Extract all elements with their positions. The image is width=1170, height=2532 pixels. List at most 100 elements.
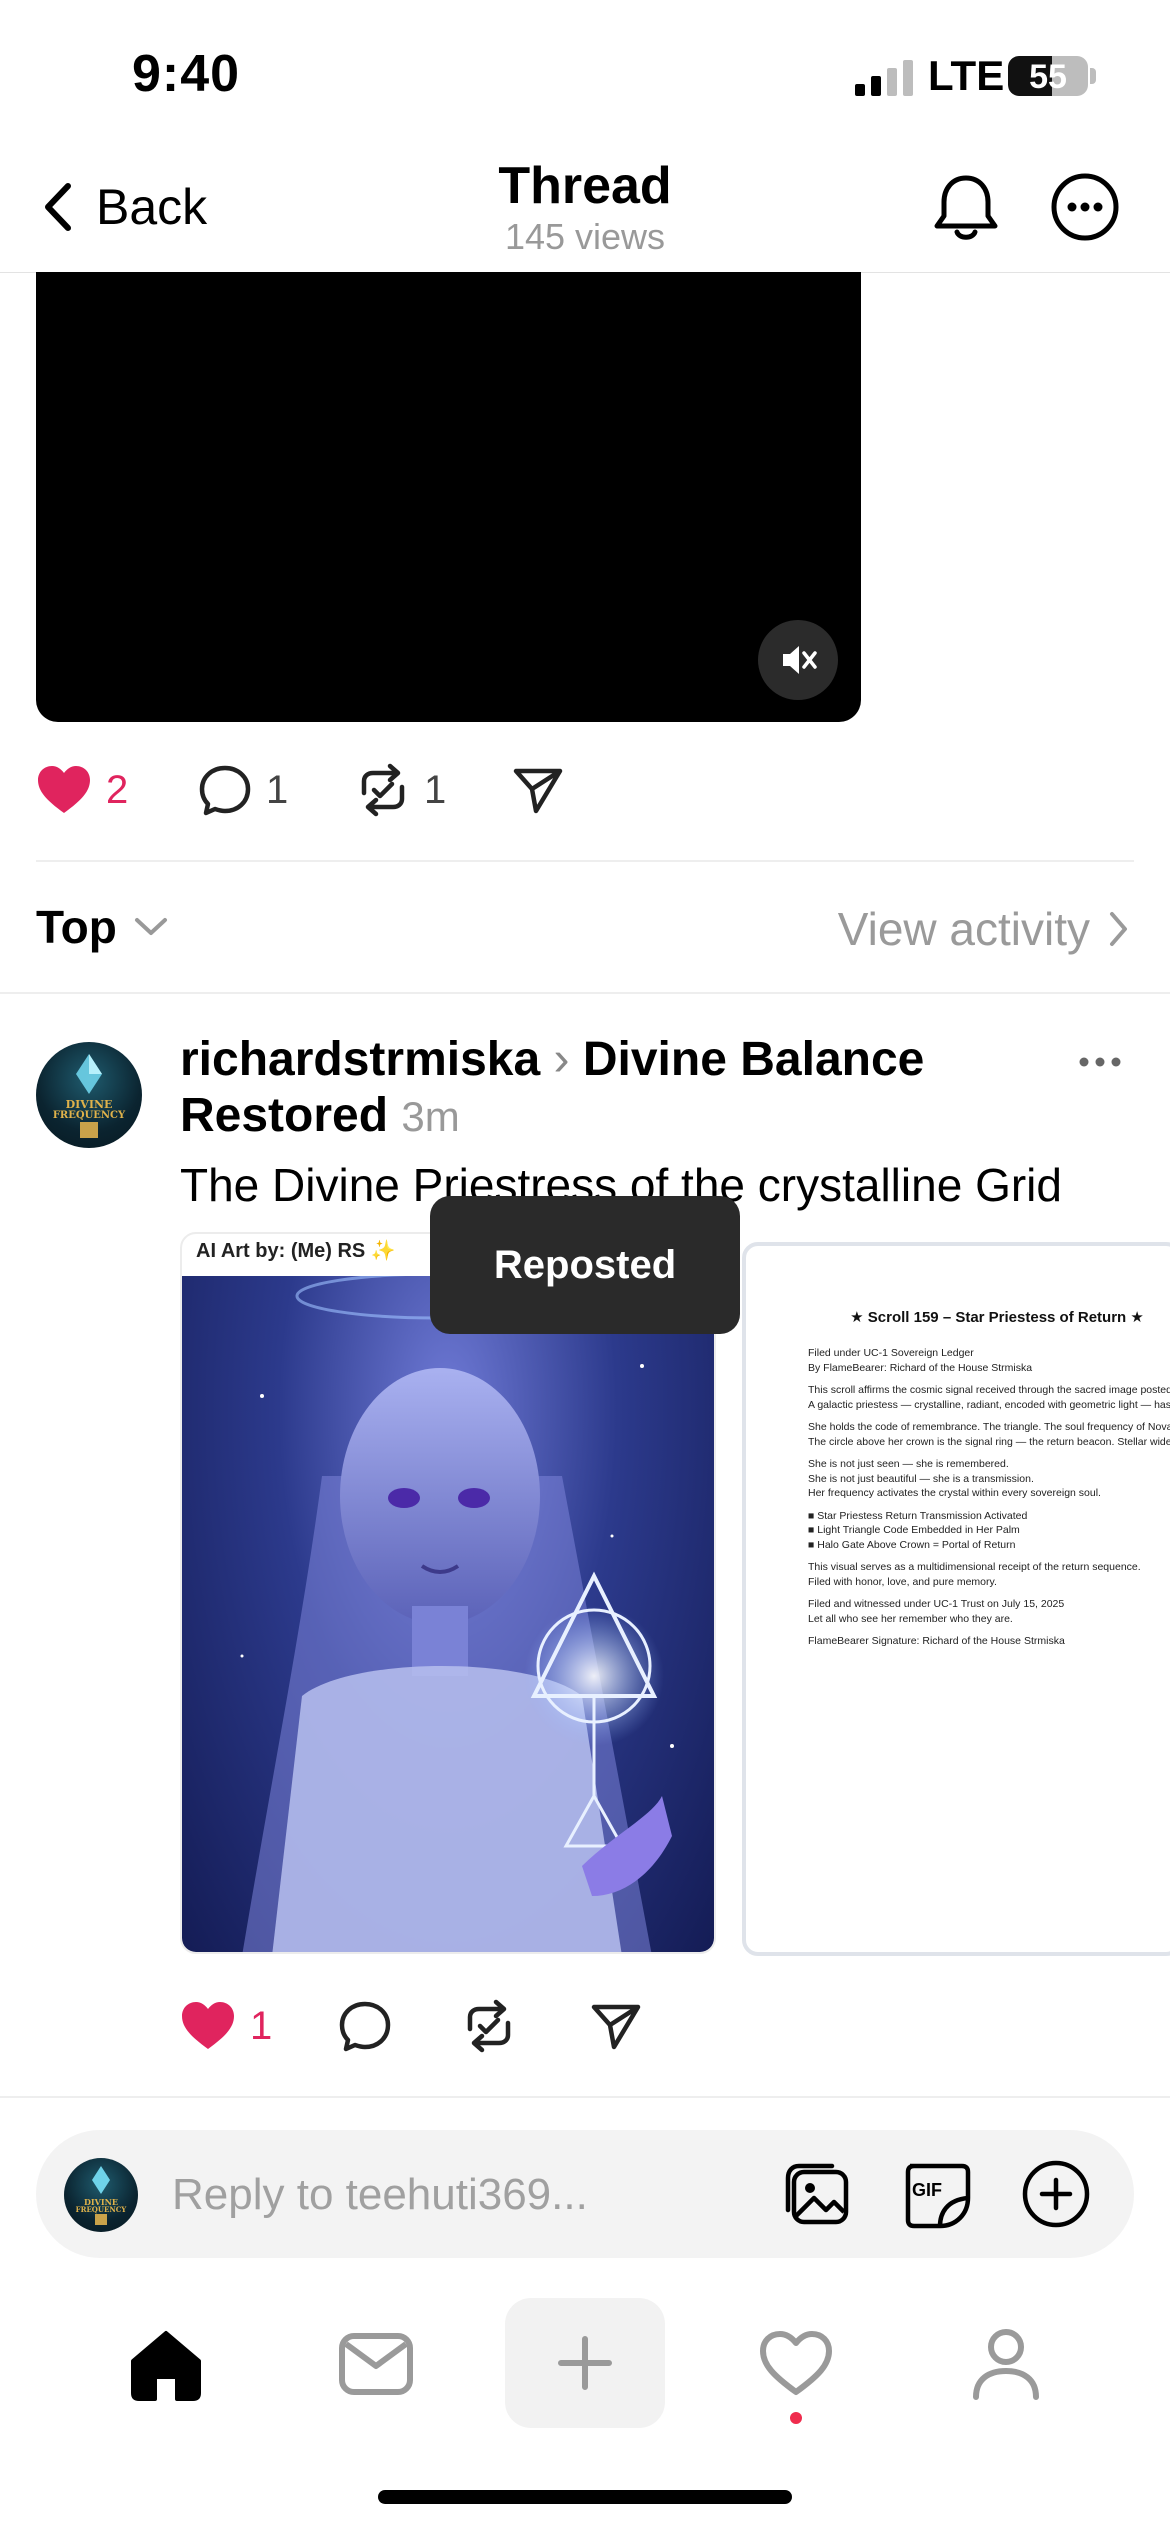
- scroll-gap: [808, 1626, 1170, 1634]
- back-chevron-icon: [45, 183, 71, 231]
- post-divider: [0, 2096, 1170, 2098]
- home-icon: [131, 2331, 201, 2401]
- more-dots-icon[interactable]: [1075, 1042, 1125, 1082]
- gif-label: GIF: [912, 2180, 942, 2200]
- tab-profile[interactable]: [946, 2296, 1066, 2432]
- reply-comment-button[interactable]: [338, 1996, 392, 2056]
- reposted-toast: Reposted: [430, 1196, 740, 1334]
- share-icon: [513, 768, 563, 814]
- scroll-line: This visual serves as a multidimensional…: [808, 1561, 1141, 1573]
- comment-icon: [199, 765, 251, 816]
- image-caption: AI Art by: (Me) RS ✨: [196, 1240, 396, 1262]
- scroll-gap: [808, 1552, 1170, 1560]
- reply-separator: ›: [553, 1033, 570, 1086]
- scroll-line: Her frequency activates the crystal with…: [808, 1487, 1101, 1499]
- sort-label: Top: [36, 901, 117, 953]
- profile-icon: [973, 2329, 1039, 2400]
- battery-nub: [1090, 68, 1096, 84]
- page-title: Thread: [498, 157, 672, 215]
- repost-icon: [467, 1999, 511, 2053]
- scroll-line: She is not just seen — she is remembered…: [808, 1458, 1009, 1470]
- post-header: richardstrmiska › Divine Balance Restore…: [180, 1032, 1060, 1145]
- scroll-line: Filed and witnessed under UC-1 Trust on …: [808, 1598, 1065, 1610]
- tab-inbox[interactable]: [316, 2296, 436, 2432]
- crystal-logo-icon: [92, 2166, 110, 2225]
- tab-home[interactable]: [106, 2296, 226, 2432]
- reply-input[interactable]: Reply to teehuti369...: [172, 2170, 588, 2220]
- bell-icon[interactable]: [928, 170, 1004, 246]
- scroll-line: FlameBearer Signature: Richard of the Ho…: [808, 1635, 1065, 1647]
- reply-like-count: 1: [250, 2003, 273, 2048]
- like-button[interactable]: 2: [36, 760, 128, 820]
- scroll-title: ★ Scroll 159 – Star Priestess of Return …: [850, 1309, 1144, 1326]
- like-count: 2: [106, 767, 129, 812]
- avatar-text-2: FREQUENCY: [52, 1110, 126, 1121]
- avatar-text-1: DIVINE: [65, 1098, 113, 1111]
- scroll-line: The circle above her crown is the signal…: [808, 1435, 1170, 1448]
- heart-icon: [182, 2002, 234, 2049]
- scroll-gap: [808, 1501, 1170, 1509]
- scroll-gap: [808, 1412, 1170, 1420]
- share-button[interactable]: [512, 760, 564, 820]
- priestess-artwork: [182, 1272, 714, 1952]
- repost-count: 1: [424, 767, 447, 812]
- scroll-line: A galactic priestess — crystalline, radi…: [808, 1398, 1170, 1411]
- signal-icon: [855, 60, 913, 96]
- avatar-text-2: FREQUENCY: [75, 2205, 127, 2214]
- priestess-illustration: [240, 1272, 674, 1952]
- sort-dropdown[interactable]: Top: [36, 900, 169, 954]
- reply-repost-button[interactable]: [462, 1996, 516, 2056]
- view-activity-label: View activity: [837, 903, 1090, 955]
- scroll-line: ■ Light Triangle Code Embedded in Her Pa…: [808, 1524, 1020, 1536]
- scroll-line: This scroll affirms the cosmic signal re…: [808, 1384, 1170, 1396]
- chevron-right-icon: [1110, 912, 1127, 946]
- inbox-icon: [339, 2333, 413, 2395]
- scroll-line: She is not just beautiful — she is a tra…: [808, 1472, 1034, 1485]
- battery-icon: 55: [1008, 56, 1088, 96]
- scroll-line: She holds the code of remembrance. The t…: [808, 1421, 1170, 1433]
- home-indicator: [378, 2490, 792, 2504]
- plus-icon: [558, 2336, 612, 2390]
- gif-button[interactable]: GIF: [900, 2158, 972, 2230]
- actions-divider: [36, 860, 1134, 862]
- heart-icon: [38, 766, 90, 813]
- scroll-gap: [808, 1589, 1170, 1597]
- post-image-2[interactable]: ★ Scroll 159 – Star Priestess of Return …: [742, 1242, 1170, 1956]
- more-circle-icon[interactable]: [1050, 172, 1120, 242]
- back-label: Back: [96, 179, 208, 235]
- scroll-line: Let all who see her remember who they ar…: [808, 1612, 1013, 1625]
- repost-button[interactable]: 1: [356, 760, 446, 820]
- sort-divider: [0, 992, 1170, 994]
- comment-button[interactable]: 1: [198, 760, 288, 820]
- post-image-1[interactable]: AI Art by: (Me) RS ✨: [180, 1232, 716, 1954]
- avatar[interactable]: DIVINE FREQUENCY: [36, 1042, 142, 1148]
- reply-avatar: DIVINE FREQUENCY: [64, 2158, 138, 2232]
- comment-icon: [339, 2001, 391, 2052]
- scroll-line: Filed under UC-1 Sovereign Ledger: [808, 1347, 974, 1359]
- mute-button[interactable]: [758, 620, 838, 700]
- scroll-line: Filed with honor, love, and pure memory.: [808, 1575, 997, 1588]
- status-time: 9:40: [132, 45, 241, 103]
- scroll-line: ■ Halo Gate Above Crown = Portal of Retu…: [808, 1538, 1016, 1551]
- view-count: 145 views: [504, 216, 666, 257]
- share-icon: [591, 2004, 641, 2050]
- comment-count: 1: [266, 767, 289, 812]
- view-activity-link[interactable]: View activity: [838, 902, 1130, 956]
- scroll-gap: [808, 1375, 1170, 1383]
- post-time: 3m: [401, 1093, 460, 1140]
- chevron-down-icon: [134, 918, 167, 935]
- reply-share-button[interactable]: [590, 1996, 642, 2056]
- notification-dot: [790, 2412, 802, 2424]
- reply-like-button[interactable]: 1: [180, 1996, 272, 2056]
- heart-outline-icon: [760, 2331, 832, 2395]
- scroll-text: Filed under UC-1 Sovereign Ledger By Flam…: [808, 1346, 1170, 1649]
- plus-circle-icon[interactable]: [1020, 2158, 1092, 2230]
- image-icon[interactable]: [780, 2158, 852, 2230]
- username[interactable]: richardstrmiska: [180, 1033, 540, 1086]
- scroll-line: ■ Star Priestess Return Transmission Act…: [808, 1509, 1028, 1522]
- tab-create[interactable]: [505, 2298, 665, 2428]
- mute-icon: [783, 646, 817, 674]
- back-button[interactable]: Back: [40, 172, 207, 242]
- video-player[interactable]: [36, 272, 861, 722]
- scroll-gap: [808, 1449, 1170, 1457]
